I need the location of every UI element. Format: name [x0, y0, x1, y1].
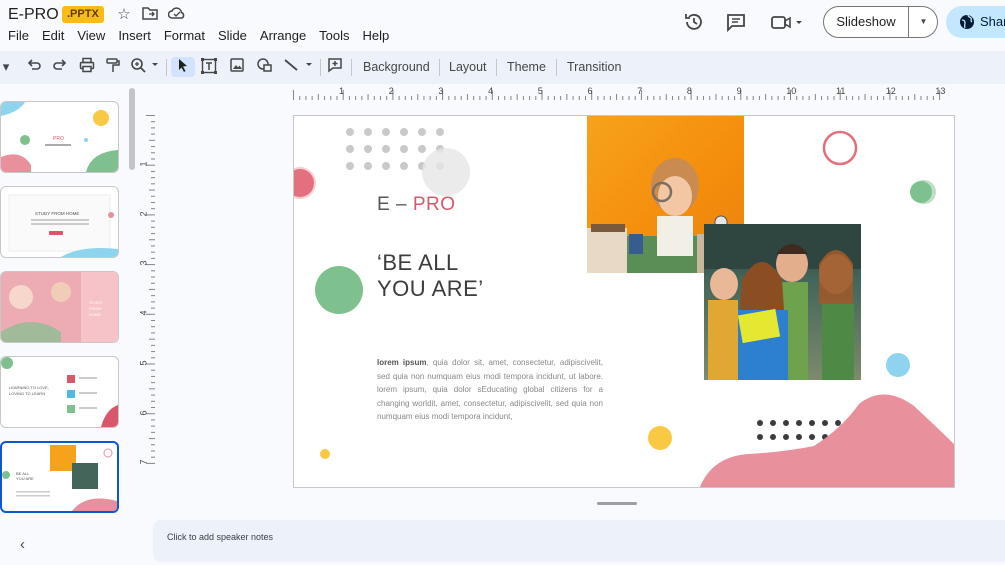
collapse-caret-icon[interactable]: ▾: [0, 57, 12, 77]
slide-filmstrip: PRO STUDY FROM HOME STUDY FROM HOME LEAR…: [0, 84, 140, 565]
slide-title-accent: PRO: [412, 194, 456, 215]
slide-thumbnail-1[interactable]: PRO: [0, 101, 119, 173]
paint-format-icon[interactable]: [103, 57, 123, 77]
speaker-notes-placeholder[interactable]: Click to add speaker notes: [167, 532, 273, 542]
slide-heading[interactable]: ‘BE ALL YOU ARE’: [377, 250, 484, 302]
background-button[interactable]: Background: [363, 60, 430, 74]
redo-icon[interactable]: [50, 57, 70, 77]
line-icon[interactable]: [282, 57, 318, 77]
svg-text:LEARNING TO LOVE,: LEARNING TO LOVE,: [9, 385, 49, 390]
menu-format[interactable]: Format: [164, 28, 211, 43]
ruler-label: 4: [488, 86, 494, 96]
ruler-label: 2: [388, 86, 394, 96]
file-type-badge: .PPTX: [62, 6, 104, 23]
slide-heading-line-1: ‘BE ALL: [377, 250, 459, 275]
svg-text:STUDY: STUDY: [89, 300, 103, 305]
zoom-icon[interactable]: [130, 57, 162, 77]
move-folder-icon[interactable]: [141, 6, 159, 24]
svg-text:HOME: HOME: [89, 312, 101, 317]
ruler-label: 7: [637, 86, 643, 96]
vertical-ruler: [146, 115, 155, 464]
text-box-icon[interactable]: [199, 57, 219, 77]
slideshow-label[interactable]: Slideshow: [824, 7, 909, 37]
ruler-label: 7: [138, 459, 149, 465]
ruler-label: 5: [537, 86, 543, 96]
toolbar-divider: [320, 59, 321, 76]
slide-title[interactable]: E – PRO: [377, 194, 456, 216]
slide-thumbnail-4[interactable]: LEARNING TO LOVE, LOVING TO LEARN: [0, 356, 119, 428]
title-bar: E-PRO .PPTX ☆ File Edit View Insert Form…: [0, 0, 1005, 50]
slide-thumbnail-2[interactable]: STUDY FROM HOME: [0, 186, 119, 258]
menu-tools[interactable]: Tools: [319, 28, 355, 43]
ruler-label: 4: [138, 310, 149, 316]
slide-thumbnail-3[interactable]: STUDY FROM HOME: [0, 271, 119, 343]
menu-file[interactable]: File: [8, 28, 35, 43]
shape-icon[interactable]: [255, 57, 275, 77]
ruler-label: 8: [686, 86, 692, 96]
cloud-status-icon[interactable]: [167, 6, 186, 24]
globe-icon: [960, 14, 974, 29]
slide-title-prefix: E –: [377, 194, 413, 215]
menu-edit[interactable]: Edit: [42, 28, 70, 43]
toolbar-divider: [166, 59, 167, 76]
ruler-label: 12: [885, 86, 896, 96]
ruler-label: 1: [138, 161, 149, 167]
document-title[interactable]: E-PRO: [8, 6, 59, 24]
notes-resize-handle[interactable]: [597, 502, 637, 505]
meet-video-icon[interactable]: [770, 11, 806, 33]
ruler-label: 3: [138, 260, 149, 266]
ruler-label: 13: [935, 86, 946, 96]
slide-body-text[interactable]: lorem ipsum, quia dolor sit, amet, conse…: [377, 356, 603, 424]
ruler-label: 11: [836, 86, 846, 96]
ruler-label: 1: [339, 86, 345, 96]
slideshow-options-caret-icon[interactable]: ▼: [910, 7, 937, 37]
svg-text:PRO: PRO: [53, 136, 64, 142]
share-button[interactable]: Share: [946, 6, 1005, 38]
slide-thumbnail-5[interactable]: BE ALL YOU ARE: [0, 441, 119, 513]
slideshow-button[interactable]: Slideshow ▼: [823, 6, 938, 38]
svg-text:STUDY FROM HOME: STUDY FROM HOME: [35, 211, 79, 216]
ruler-label: 6: [138, 409, 149, 416]
ruler-label: 9: [736, 86, 742, 96]
svg-text:LOVING TO LEARN: LOVING TO LEARN: [9, 391, 45, 396]
insert-image-icon[interactable]: [227, 57, 247, 77]
ruler-label: 3: [438, 86, 444, 96]
ruler-label: 10: [786, 86, 797, 96]
svg-text:YOU ARE: YOU ARE: [16, 476, 34, 481]
menu-view[interactable]: View: [77, 28, 111, 43]
select-cursor-icon[interactable]: [171, 57, 195, 77]
slide-body-content: , quia dolor sit, amet, consectetur, adi…: [377, 358, 603, 421]
transition-button[interactable]: Transition: [567, 60, 621, 74]
layout-button[interactable]: Layout: [449, 60, 487, 74]
share-label[interactable]: Share: [980, 6, 1005, 38]
ruler-label: 2: [138, 211, 149, 217]
toolbar-divider: [351, 59, 352, 76]
toolbar-divider: [556, 59, 557, 76]
version-history-icon[interactable]: [683, 11, 705, 33]
menu-insert[interactable]: Insert: [118, 28, 157, 43]
toolbar: ▾ Background Layout Theme Transition: [0, 51, 1005, 84]
add-comment-icon[interactable]: [325, 57, 345, 77]
collapse-filmstrip-chevron-icon[interactable]: ‹: [20, 536, 25, 553]
comments-icon[interactable]: [725, 11, 747, 33]
photo-students-group[interactable]: [704, 224, 861, 380]
ruler-label: 5: [138, 360, 149, 366]
star-icon[interactable]: ☆: [115, 6, 133, 24]
toolbar-divider: [439, 59, 440, 76]
undo-icon[interactable]: [24, 57, 44, 77]
slide-editor[interactable]: E – PRO ‘BE ALL YOU ARE’ lorem ipsum, qu…: [293, 115, 955, 488]
slide-body-bold: lorem ipsum: [377, 358, 427, 367]
speaker-notes-panel[interactable]: Click to add speaker notes: [153, 520, 1005, 562]
menu-slide[interactable]: Slide: [218, 28, 253, 43]
menu-help[interactable]: Help: [363, 28, 396, 43]
ruler-label: 6: [587, 86, 593, 96]
print-icon[interactable]: [77, 57, 97, 77]
slide-heading-line-2: YOU ARE’: [377, 276, 484, 301]
menu-bar: File Edit View Insert Format Slide Arran…: [8, 28, 402, 43]
theme-button[interactable]: Theme: [507, 60, 546, 74]
svg-text:FROM: FROM: [89, 306, 101, 311]
filmstrip-scrollbar[interactable]: [129, 88, 135, 170]
toolbar-divider: [496, 59, 497, 76]
menu-arrange[interactable]: Arrange: [260, 28, 312, 43]
